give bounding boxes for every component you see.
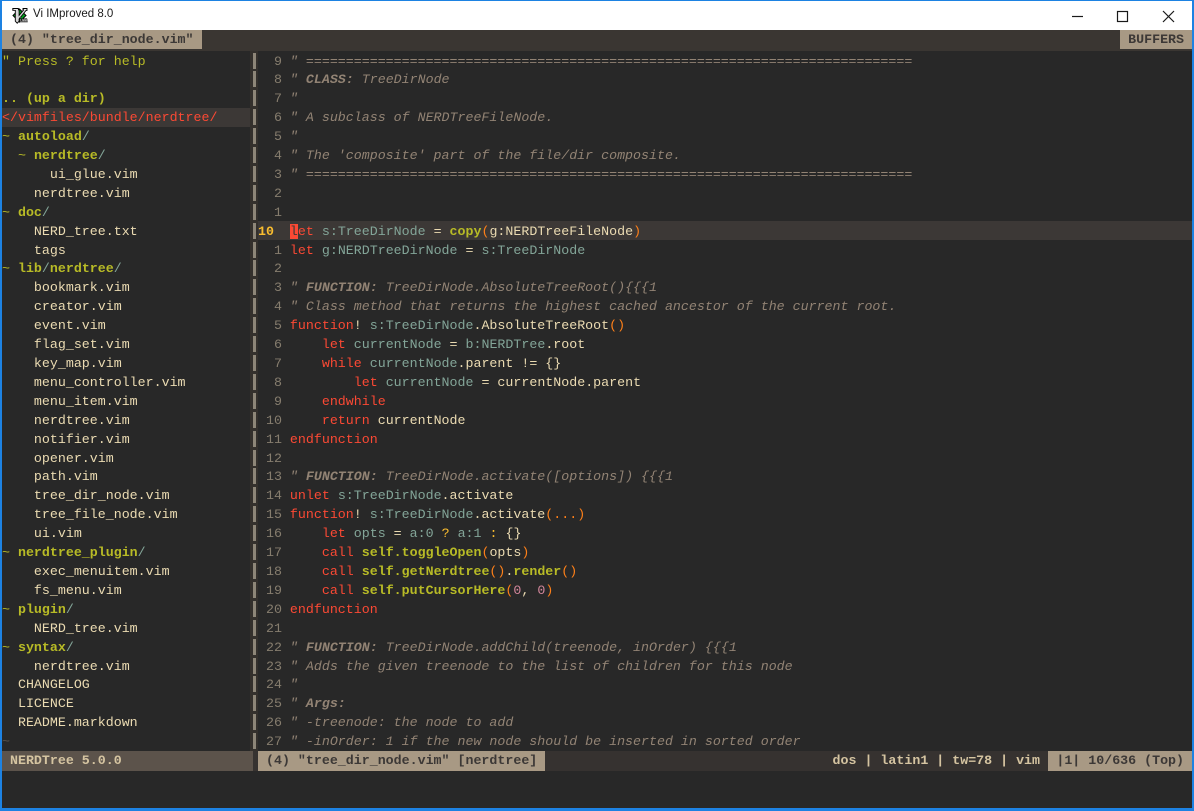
svg-text:im: im	[19, 15, 28, 24]
